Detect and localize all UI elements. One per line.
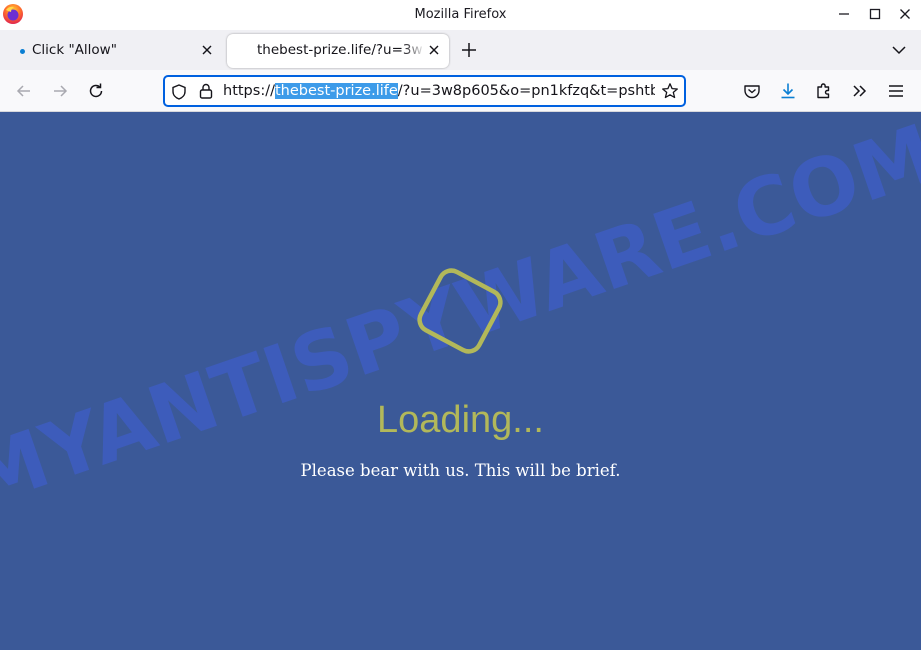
maximize-icon [869, 8, 881, 20]
page-content: MYANTISPYWARE.COM Loading... Please bear… [0, 112, 921, 650]
pocket-icon[interactable] [742, 81, 762, 101]
reload-icon[interactable] [86, 81, 106, 101]
shield-icon[interactable] [170, 83, 188, 101]
close-icon[interactable] [428, 44, 440, 56]
chevron-down-icon[interactable] [890, 41, 908, 59]
plus-icon[interactable] [458, 39, 480, 61]
window-title: Mozilla Firefox [414, 7, 507, 22]
loading-subtext: Please bear with us. This will be brief. [300, 461, 621, 480]
url-path: /?u=3w8p605&o=pn1kfzq&t=pshtb_ [397, 83, 655, 99]
maximize-button[interactable] [861, 3, 889, 25]
tab-label: thebest-prize.life/?u=3w8p605&o=pn1kfzq&… [257, 42, 423, 58]
close-icon[interactable] [201, 44, 213, 56]
url-bar[interactable]: https://thebest-prize.life/?u=3w8p605&o=… [163, 75, 686, 107]
url-host-selected: thebest-prize.life [274, 83, 398, 99]
tab-attention-dot [20, 49, 25, 54]
star-icon[interactable] [661, 82, 679, 100]
tab-label-fade [403, 38, 425, 64]
hamburger-menu-icon[interactable] [886, 81, 906, 101]
close-icon [900, 9, 910, 19]
minimize-button[interactable] [830, 3, 858, 25]
navigation-toolbar: https://thebest-prize.life/?u=3w8p605&o=… [0, 70, 921, 112]
url-text[interactable]: https://thebest-prize.life/?u=3w8p605&o=… [223, 83, 655, 99]
tab-active[interactable]: thebest-prize.life/?u=3w8p605&o=pn1kfzq&… [227, 34, 449, 68]
tab-click-allow[interactable]: Click "Allow" [6, 34, 220, 68]
close-window-button[interactable] [891, 3, 919, 25]
lock-icon[interactable] [198, 82, 214, 100]
overflow-chevrons-icon[interactable] [850, 81, 870, 101]
watermark: MYANTISPYWARE.COM [0, 112, 921, 525]
arrow-right-icon[interactable] [50, 81, 70, 101]
window-title-bar: Mozilla Firefox [0, 0, 921, 30]
tab-strip: Click "Allow" thebest-prize.life/?u=3w8p… [0, 30, 921, 70]
minimize-icon [839, 13, 849, 15]
loading-spinner-icon [417, 268, 503, 354]
url-prefix: https:// [223, 83, 275, 99]
extensions-icon[interactable] [814, 81, 834, 101]
loading-heading: Loading... [377, 399, 544, 441]
arrow-left-icon[interactable] [14, 81, 34, 101]
download-icon[interactable] [778, 81, 798, 101]
tab-label: Click "Allow" [32, 42, 117, 58]
